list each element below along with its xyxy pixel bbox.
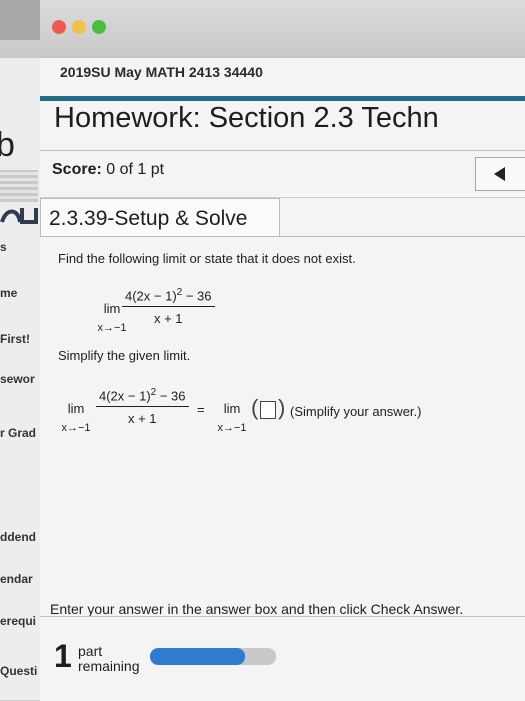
lim-approach: x→−1: [61, 422, 91, 434]
problem-prompt: Find the following limit or state that i…: [58, 251, 356, 266]
lim-approach: x→−1: [217, 422, 247, 434]
footer-divider: [40, 616, 525, 617]
browser-titlebar: [0, 0, 525, 59]
fraction-numerator: 4(2x − 1)2 − 36: [122, 287, 215, 308]
homework-panel: 2019SU May MATH 2413 34440 Homework: Sec…: [40, 58, 525, 701]
simplify-hint: (Simplify your answer.): [290, 404, 422, 419]
sidebar-logo-image-2: [0, 200, 40, 230]
fraction-numerator: 4(2x − 1)2 − 36: [96, 387, 189, 408]
equals-sign: =: [197, 402, 205, 417]
close-paren: ): [278, 395, 286, 420]
back-tab[interactable]: [0, 0, 40, 40]
parts-progress-bar: [150, 648, 276, 665]
score-value: 0 of 1 pt: [106, 161, 165, 178]
previous-question-button[interactable]: [475, 157, 525, 191]
answer-input[interactable]: [260, 401, 276, 419]
progress-fill: [150, 648, 245, 665]
close-window-icon[interactable]: [52, 20, 66, 34]
sidebar-item[interactable]: endar: [0, 572, 33, 586]
lim-label: lim: [223, 401, 241, 416]
sidebar-item[interactable]: r Grad: [0, 426, 36, 440]
sidebar-item[interactable]: First!: [0, 332, 30, 346]
parts-remaining-label: part remaining: [78, 643, 140, 674]
limit-expression-2: lim x→−1: [54, 401, 98, 434]
lim-label: lim: [67, 401, 85, 416]
score-bar: Score: 0 of 1 pt: [40, 150, 525, 198]
maximize-window-icon[interactable]: [92, 20, 106, 34]
open-paren: (: [251, 395, 259, 420]
limit-fraction-1: 4(2x − 1)2 − 36 x + 1: [122, 287, 215, 326]
answer-instruction: Enter your answer in the answer box and …: [50, 601, 464, 617]
sidebar-item[interactable]: me: [0, 286, 17, 300]
limit-expression-answer: lim x→−1: [210, 401, 254, 434]
score-text: Score: 0 of 1 pt: [52, 161, 164, 179]
sidebar-item[interactable]: sewor: [0, 372, 35, 386]
sidebar-item[interactable]: Questi: [0, 664, 37, 678]
fraction-denominator: x + 1: [127, 411, 157, 427]
minimize-window-icon[interactable]: [72, 20, 86, 34]
parts-remaining-count: 1: [54, 638, 72, 674]
question-tab[interactable]: 2.3.39-Setup & Solve: [40, 198, 280, 238]
sidebar-item[interactable]: erequi: [0, 614, 36, 628]
fraction-denominator: x + 1: [153, 311, 183, 327]
sidebar-item[interactable]: s: [0, 240, 7, 254]
sidebar-item[interactable]: ddend: [0, 530, 36, 544]
question-content: Find the following limit or state that i…: [40, 236, 525, 701]
limit-fraction-2: 4(2x − 1)2 − 36 x + 1: [96, 387, 189, 426]
course-sidebar: b M s me First! sewor r Grad ddend endar…: [0, 58, 40, 700]
homework-title: Homework: Section 2.3 Techn: [54, 102, 439, 134]
sidebar-logo-image: [0, 170, 38, 202]
score-label: Score:: [52, 161, 102, 178]
course-title: 2019SU May MATH 2413 34440: [60, 64, 263, 80]
step-prompt: Simplify the given limit.: [58, 348, 191, 363]
header-divider: [40, 96, 525, 101]
